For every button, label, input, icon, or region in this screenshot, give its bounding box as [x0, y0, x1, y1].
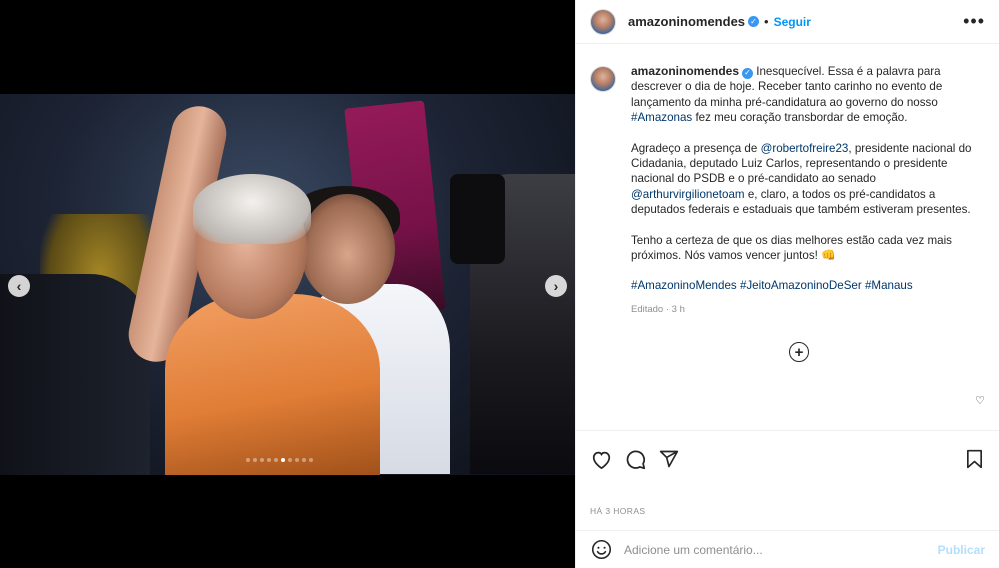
post-header: amazoninomendes ✓ • Seguir •••: [576, 0, 999, 44]
load-more-comments-icon[interactable]: +: [789, 342, 809, 362]
carousel-dot: [274, 458, 278, 462]
more-options-icon[interactable]: •••: [963, 11, 985, 32]
caption: amazoninomendes ✓ Inesquecível. Essa é a …: [590, 58, 985, 317]
prev-slide-button[interactable]: ‹: [8, 275, 30, 297]
caption-p2-a: Agradeço a presença de: [631, 141, 761, 155]
chevron-right-icon: ›: [553, 278, 559, 294]
follow-button[interactable]: Seguir: [774, 15, 811, 29]
carousel-dot: [260, 458, 264, 462]
caption-text: amazoninomendes ✓ Inesquecível. Essa é a …: [631, 64, 981, 317]
verified-badge-icon: ✓: [742, 67, 754, 79]
username-link[interactable]: amazoninomendes: [628, 14, 745, 29]
post-panel: amazoninomendes ✓ • Seguir ••• amazonino…: [575, 0, 999, 568]
caption-avatar[interactable]: [590, 66, 616, 92]
caption-username-link[interactable]: amazoninomendes: [631, 64, 739, 78]
hashtag-link[interactable]: #Amazonas: [631, 111, 692, 124]
next-slide-button[interactable]: ›: [545, 275, 567, 297]
comment-bar: Publicar: [576, 530, 999, 568]
hashtag-link[interactable]: #Manaus: [865, 279, 913, 292]
comment-input[interactable]: [624, 542, 938, 557]
carousel-dot: [302, 458, 306, 462]
hashtag-link[interactable]: #AmazoninoMendes: [631, 279, 737, 292]
carousel-dot: [253, 458, 257, 462]
verified-badge-icon: ✓: [748, 16, 760, 27]
caption-p3: Tenho a certeza de que os dias melhores …: [631, 233, 952, 263]
caption-p1-end: fez meu coração transbordar de emoção.: [692, 111, 908, 125]
carousel-dot: [281, 458, 285, 462]
camera: [450, 174, 505, 264]
carousel-indicator: [246, 458, 313, 462]
hashtag-link[interactable]: #JeitoAmazoninoDeSer: [740, 279, 862, 292]
carousel-dot: [309, 458, 313, 462]
carousel-dot: [288, 458, 292, 462]
mention-link[interactable]: @arthurvirgilionetoam: [631, 188, 745, 201]
chevron-left-icon: ‹: [16, 278, 22, 294]
emoji-icon[interactable]: [590, 539, 612, 561]
woman-face: [300, 194, 395, 304]
post-actions: HÁ 3 HORAS: [576, 430, 999, 530]
like-icon[interactable]: [590, 448, 612, 470]
header-separator: •: [764, 14, 769, 29]
carousel-dot: [295, 458, 299, 462]
share-icon[interactable]: [658, 448, 680, 470]
post-time: HÁ 3 HORAS: [590, 506, 646, 516]
caption-area: amazoninomendes ✓ Inesquecível. Essa é a …: [590, 58, 985, 430]
bookmark-icon[interactable]: [963, 448, 985, 470]
post-media[interactable]: ‹ ›: [0, 0, 575, 568]
mention-link[interactable]: @robertofreire23: [761, 142, 849, 155]
foreground-person-left: [0, 274, 150, 475]
orange-shirt: [165, 294, 380, 475]
post-photo[interactable]: [0, 94, 575, 475]
publish-button[interactable]: Publicar: [938, 543, 985, 557]
carousel-dot: [267, 458, 271, 462]
comment-icon[interactable]: [624, 448, 646, 470]
carousel-dot: [246, 458, 250, 462]
man-hair: [193, 174, 311, 244]
like-caption-icon[interactable]: ♡: [975, 394, 985, 407]
avatar[interactable]: [590, 8, 616, 35]
edited-label: Editado · 3 h: [631, 303, 685, 315]
